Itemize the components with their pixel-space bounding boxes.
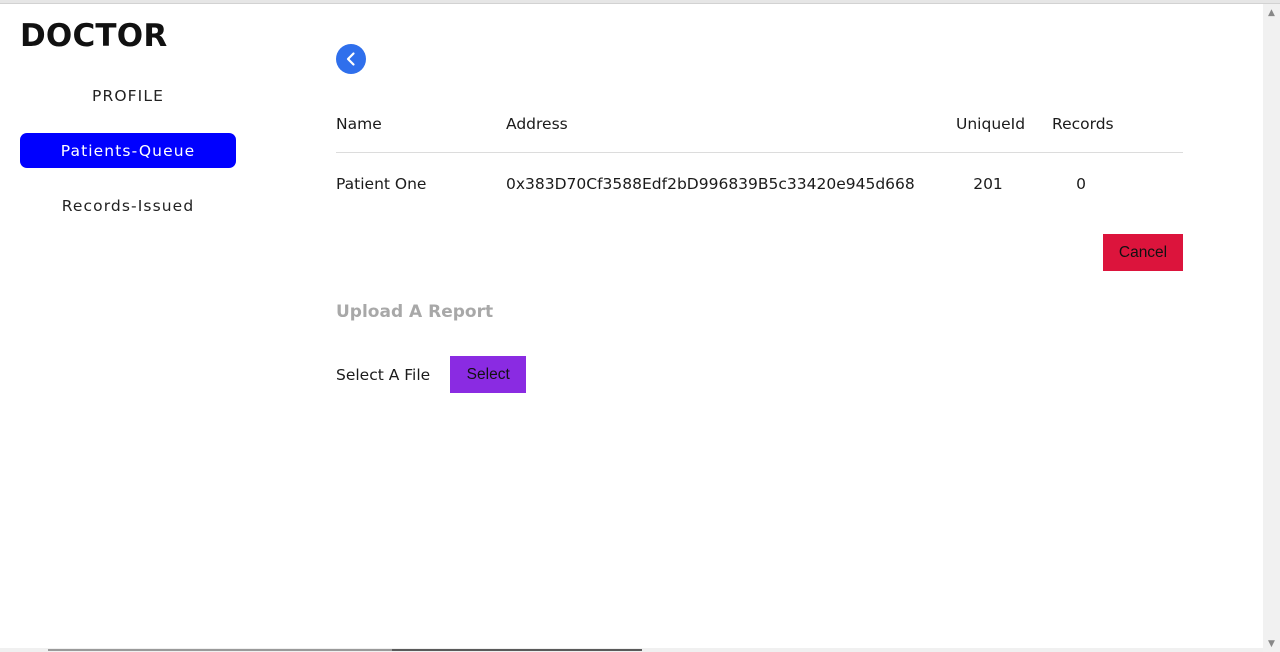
scrollbar-track[interactable] [1266, 22, 1277, 634]
patient-address: 0x383D70Cf3588Edf2bD996839B5c33420e945d6… [506, 175, 915, 193]
column-header-name: Name [336, 115, 382, 133]
patient-name: Patient One [336, 175, 427, 193]
select-file-button[interactable]: Select [450, 356, 527, 393]
taskbar-edge-segment [392, 649, 642, 651]
file-select-row: Select A File Select [336, 356, 527, 393]
scroll-up-arrow-icon[interactable]: ▲ [1263, 4, 1280, 21]
patient-unique-id: 201 [973, 175, 1003, 193]
file-select-label: Select A File [336, 365, 431, 384]
sidebar: DOCTOR PROFILE Patients-Queue Records-Is… [0, 4, 256, 652]
patient-records-count: 0 [1076, 175, 1086, 193]
scroll-down-arrow-icon[interactable]: ▼ [1263, 635, 1280, 652]
main-content: Name Address UniqueId Records Patient On… [336, 4, 1184, 644]
table-header: Name Address UniqueId Records [336, 112, 1183, 153]
taskbar-edge-segment [48, 649, 392, 651]
sidebar-item-profile[interactable]: PROFILE [20, 78, 236, 113]
column-header-records: Records [1052, 115, 1114, 133]
patients-table: Name Address UniqueId Records Patient On… [336, 112, 1183, 215]
upload-report-title: Upload A Report [336, 302, 494, 322]
sidebar-item-records-issued[interactable]: Records-Issued [20, 188, 236, 223]
sidebar-item-patients-queue[interactable]: Patients-Queue [20, 133, 236, 168]
column-header-unique-id: UniqueId [956, 115, 1026, 133]
back-button[interactable] [336, 44, 366, 74]
chevron-left-icon [346, 52, 355, 66]
vertical-scrollbar[interactable]: ▲ ▼ [1263, 4, 1280, 652]
brand-title: DOCTOR [20, 18, 168, 54]
cancel-button[interactable]: Cancel [1103, 234, 1183, 271]
column-header-address: Address [506, 115, 568, 133]
table-row: Patient One 0x383D70Cf3588Edf2bD996839B5… [336, 153, 1183, 215]
